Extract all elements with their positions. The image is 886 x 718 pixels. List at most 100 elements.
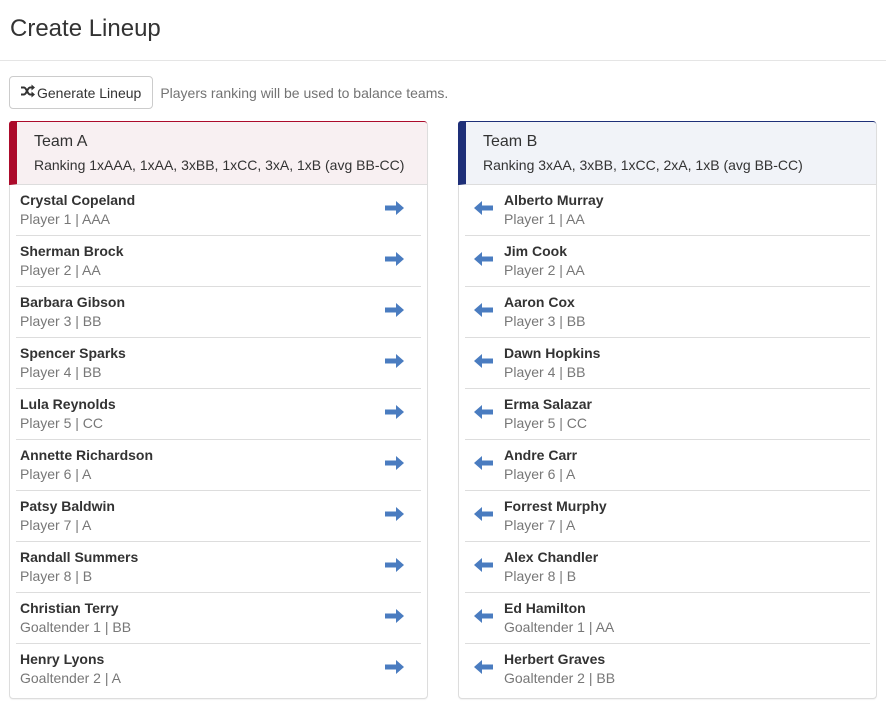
player-row: Forrest Murphy Player 7 | A xyxy=(465,491,870,542)
player-name: Alberto Murray xyxy=(504,192,604,208)
arrow-right-move-button[interactable] xyxy=(383,557,407,577)
team-a-heading: Team A Ranking 1xAAA, 1xAA, 3xBB, 1xCC, … xyxy=(9,121,427,185)
player-name: Jim Cook xyxy=(504,243,568,259)
arrow-left-move-button[interactable] xyxy=(471,353,495,373)
arrow-left-move-button[interactable] xyxy=(471,557,495,577)
player-position-rank: Player 6 | A xyxy=(504,466,576,482)
team-b-player-list: Alberto Murray Player 1 | AA Jim Cook Playe… xyxy=(459,185,876,698)
player-row: Sherman Brock Player 2 | AA xyxy=(16,236,421,287)
arrow-right-icon xyxy=(385,200,405,221)
player-position-rank: Goaltender 1 | AA xyxy=(504,619,615,635)
arrow-left-move-button[interactable] xyxy=(471,608,495,628)
player-position-rank: Player 6 | A xyxy=(20,466,92,482)
page-title: Create Lineup xyxy=(10,15,161,42)
player-row: Spencer Sparks Player 4 | BB xyxy=(16,338,421,389)
arrow-right-move-button[interactable] xyxy=(383,506,407,526)
arrow-left-move-button[interactable] xyxy=(471,302,495,322)
arrow-right-move-button[interactable] xyxy=(383,251,407,271)
arrow-left-move-button[interactable] xyxy=(471,404,495,424)
team-name: Team B xyxy=(483,133,538,150)
player-position-rank: Player 3 | BB xyxy=(20,313,102,329)
player-name: Spencer Sparks xyxy=(20,345,126,361)
player-row: Jim Cook Player 2 | AA xyxy=(465,236,870,287)
player-row: Christian Terry Goaltender 1 | BB xyxy=(16,593,421,644)
player-position-rank: Player 7 | A xyxy=(504,517,576,533)
team-b-heading: Team B Ranking 3xAA, 3xBB, 1xCC, 2xA, 1x… xyxy=(458,121,876,185)
player-name: Sherman Brock xyxy=(20,243,124,259)
arrow-left-move-button[interactable] xyxy=(471,251,495,271)
arrow-left-icon xyxy=(473,251,493,272)
team-name: Team A xyxy=(34,133,88,150)
arrow-right-icon xyxy=(385,302,405,323)
page-header: Create Lineup xyxy=(0,0,886,61)
arrow-left-icon xyxy=(473,557,493,578)
player-name: Annette Richardson xyxy=(20,447,154,463)
arrow-left-icon xyxy=(473,455,493,476)
arrow-right-icon xyxy=(385,251,405,272)
arrow-right-icon xyxy=(385,557,405,578)
player-row: Dawn Hopkins Player 4 | BB xyxy=(465,338,870,389)
arrow-left-icon xyxy=(473,506,493,527)
player-name: Patsy Baldwin xyxy=(20,498,115,514)
player-row: Herbert Graves Goaltender 2 | BB xyxy=(465,644,870,698)
arrow-left-icon xyxy=(473,302,493,323)
player-position-rank: Player 4 | BB xyxy=(20,364,102,380)
arrow-right-icon xyxy=(385,353,405,374)
arrow-right-icon xyxy=(385,608,405,629)
team-a-panel: Team A Ranking 1xAAA, 1xAA, 3xBB, 1xCC, … xyxy=(9,121,428,699)
arrow-right-move-button[interactable] xyxy=(383,200,407,220)
arrow-right-move-button[interactable] xyxy=(383,608,407,628)
arrow-left-icon xyxy=(473,608,493,629)
player-position-rank: Player 3 | BB xyxy=(504,313,586,329)
arrow-right-icon xyxy=(385,506,405,527)
arrow-right-icon xyxy=(385,455,405,476)
help-text: Players ranking will be used to balance … xyxy=(160,84,449,101)
shuffle-icon xyxy=(20,84,37,101)
player-position-rank: Goaltender 2 | A xyxy=(20,670,121,686)
arrow-right-move-button[interactable] xyxy=(383,659,407,679)
player-name: Christian Terry xyxy=(20,600,119,616)
player-row: Crystal Copeland Player 1 | AAA xyxy=(16,185,421,236)
player-name: Ed Hamilton xyxy=(504,600,586,616)
arrow-left-move-button[interactable] xyxy=(471,200,495,220)
arrow-left-move-button[interactable] xyxy=(471,455,495,475)
generate-lineup-label: Generate Lineup xyxy=(37,84,142,101)
player-name: Andre Carr xyxy=(504,447,578,463)
player-row: Lula Reynolds Player 5 | CC xyxy=(16,389,421,440)
arrow-left-move-button[interactable] xyxy=(471,506,495,526)
generate-lineup-button[interactable]: Generate Lineup xyxy=(9,76,154,109)
player-row: Erma Salazar Player 5 | CC xyxy=(465,389,870,440)
player-position-rank: Player 8 | B xyxy=(20,568,93,584)
player-row: Andre Carr Player 6 | A xyxy=(465,440,870,491)
player-position-rank: Player 1 | AAA xyxy=(20,211,111,227)
player-row: Alex Chandler Player 8 | B xyxy=(465,542,870,593)
team-ranking: Ranking 3xAA, 3xBB, 1xCC, 2xA, 1xB (avg … xyxy=(483,157,803,173)
arrow-right-move-button[interactable] xyxy=(383,353,407,373)
player-name: Alex Chandler xyxy=(504,549,599,565)
arrow-right-icon xyxy=(385,659,405,680)
player-name: Henry Lyons xyxy=(20,651,105,667)
player-name: Herbert Graves xyxy=(504,651,606,667)
arrow-left-icon xyxy=(473,659,493,680)
player-row: Henry Lyons Goaltender 2 | A xyxy=(16,644,421,698)
player-position-rank: Player 2 | AA xyxy=(504,262,585,278)
arrow-right-move-button[interactable] xyxy=(383,455,407,475)
arrow-right-move-button[interactable] xyxy=(383,302,407,322)
player-name: Aaron Cox xyxy=(504,294,575,310)
player-name: Randall Summers xyxy=(20,549,139,565)
arrow-right-move-button[interactable] xyxy=(383,404,407,424)
player-name: Barbara Gibson xyxy=(20,294,126,310)
arrow-left-move-button[interactable] xyxy=(471,659,495,679)
player-position-rank: Player 7 | A xyxy=(20,517,92,533)
player-row: Aaron Cox Player 3 | BB xyxy=(465,287,870,338)
player-row: Patsy Baldwin Player 7 | A xyxy=(16,491,421,542)
player-position-rank: Player 5 | CC xyxy=(20,415,103,431)
player-row: Randall Summers Player 8 | B xyxy=(16,542,421,593)
player-row: Ed Hamilton Goaltender 1 | AA xyxy=(465,593,870,644)
arrow-right-icon xyxy=(385,404,405,425)
player-row: Alberto Murray Player 1 | AA xyxy=(465,185,870,236)
player-position-rank: Player 2 | AA xyxy=(20,262,101,278)
arrow-left-icon xyxy=(473,200,493,221)
player-position-rank: Player 8 | B xyxy=(504,568,577,584)
player-name: Dawn Hopkins xyxy=(504,345,601,361)
